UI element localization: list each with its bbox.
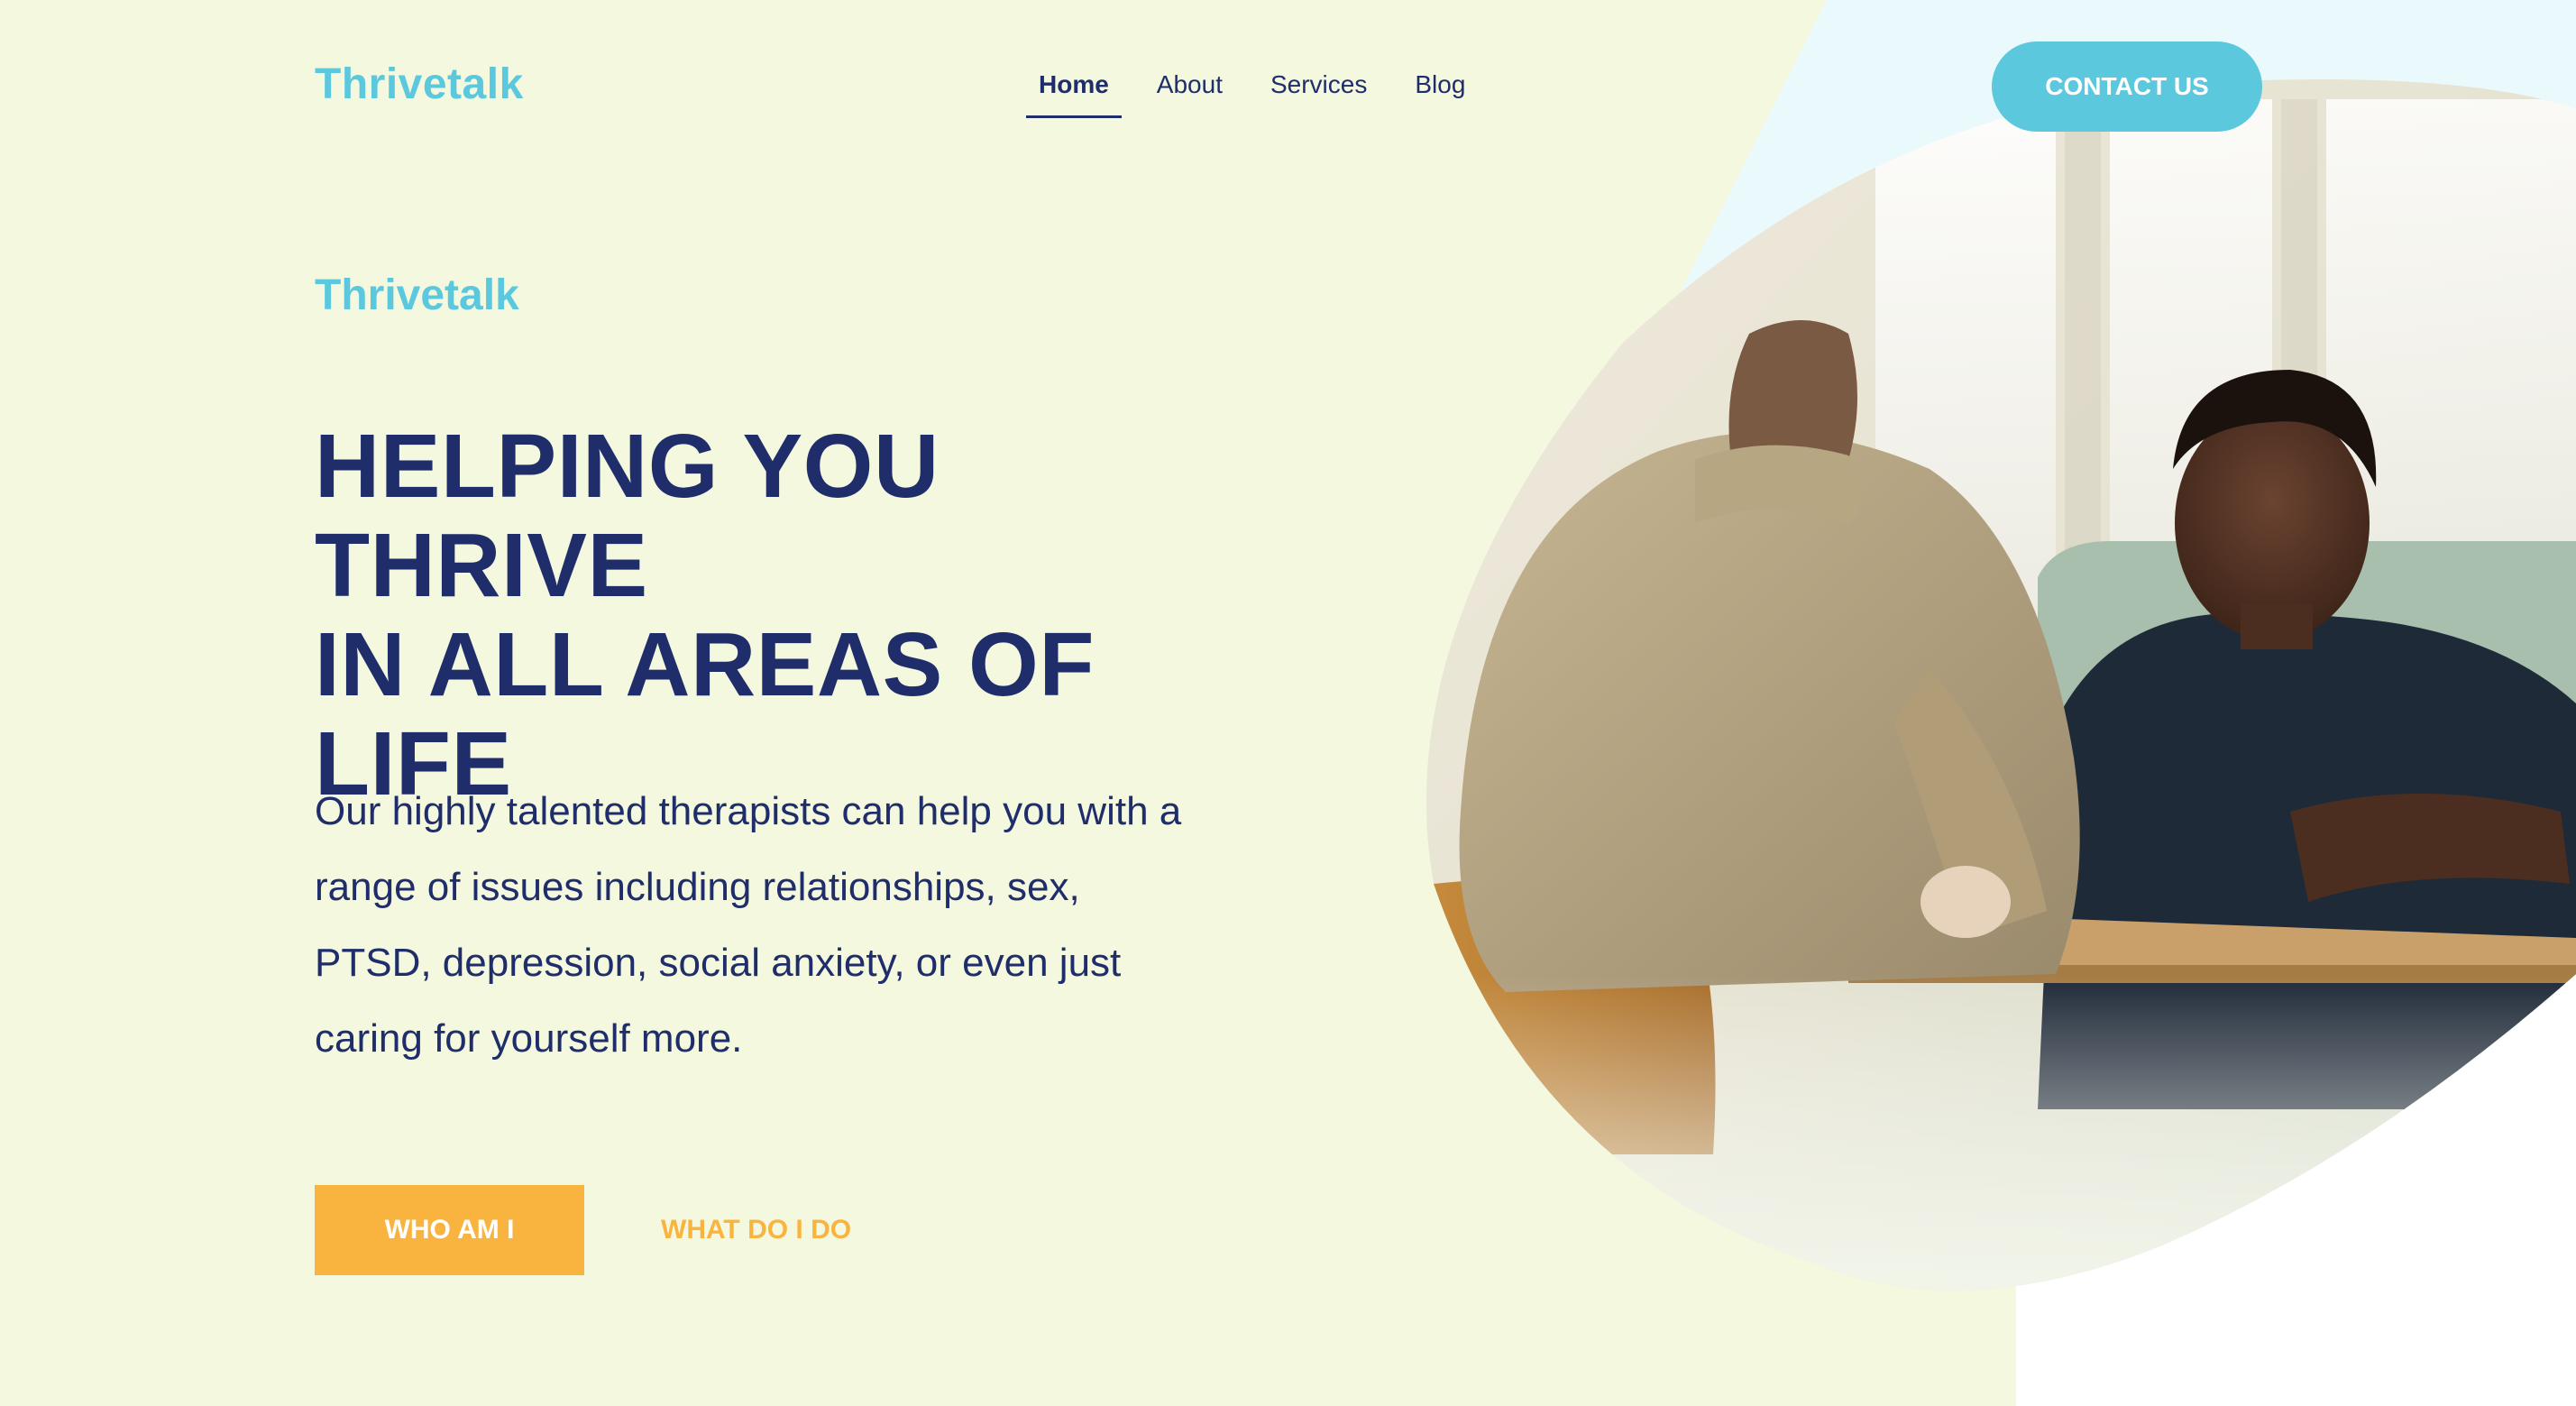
who-am-i-button[interactable]: WHO AM I xyxy=(315,1185,584,1275)
nav-item-services[interactable]: Services xyxy=(1258,60,1380,115)
nav-item-blog[interactable]: Blog xyxy=(1402,60,1478,115)
main-nav: Home About Services Blog xyxy=(1026,60,1500,118)
headline-line-1: HELPING YOU THRIVE xyxy=(315,416,940,616)
logo[interactable]: Thrivetalk xyxy=(315,60,524,109)
nav-item-home[interactable]: Home xyxy=(1026,60,1122,118)
hero-eyebrow: Thrivetalk xyxy=(315,271,519,319)
nav-item-about[interactable]: About xyxy=(1144,60,1235,115)
contact-us-button[interactable]: CONTACT US xyxy=(1992,41,2262,132)
hero-headline: HELPING YOU THRIVE IN ALL AREAS OF LIFE xyxy=(315,417,1216,813)
therapy-session-photo xyxy=(1426,79,2576,1291)
what-do-i-do-link[interactable]: WHAT DO I DO xyxy=(661,1185,851,1275)
hero-description: Our highly talented therapists can help … xyxy=(315,789,1182,1061)
